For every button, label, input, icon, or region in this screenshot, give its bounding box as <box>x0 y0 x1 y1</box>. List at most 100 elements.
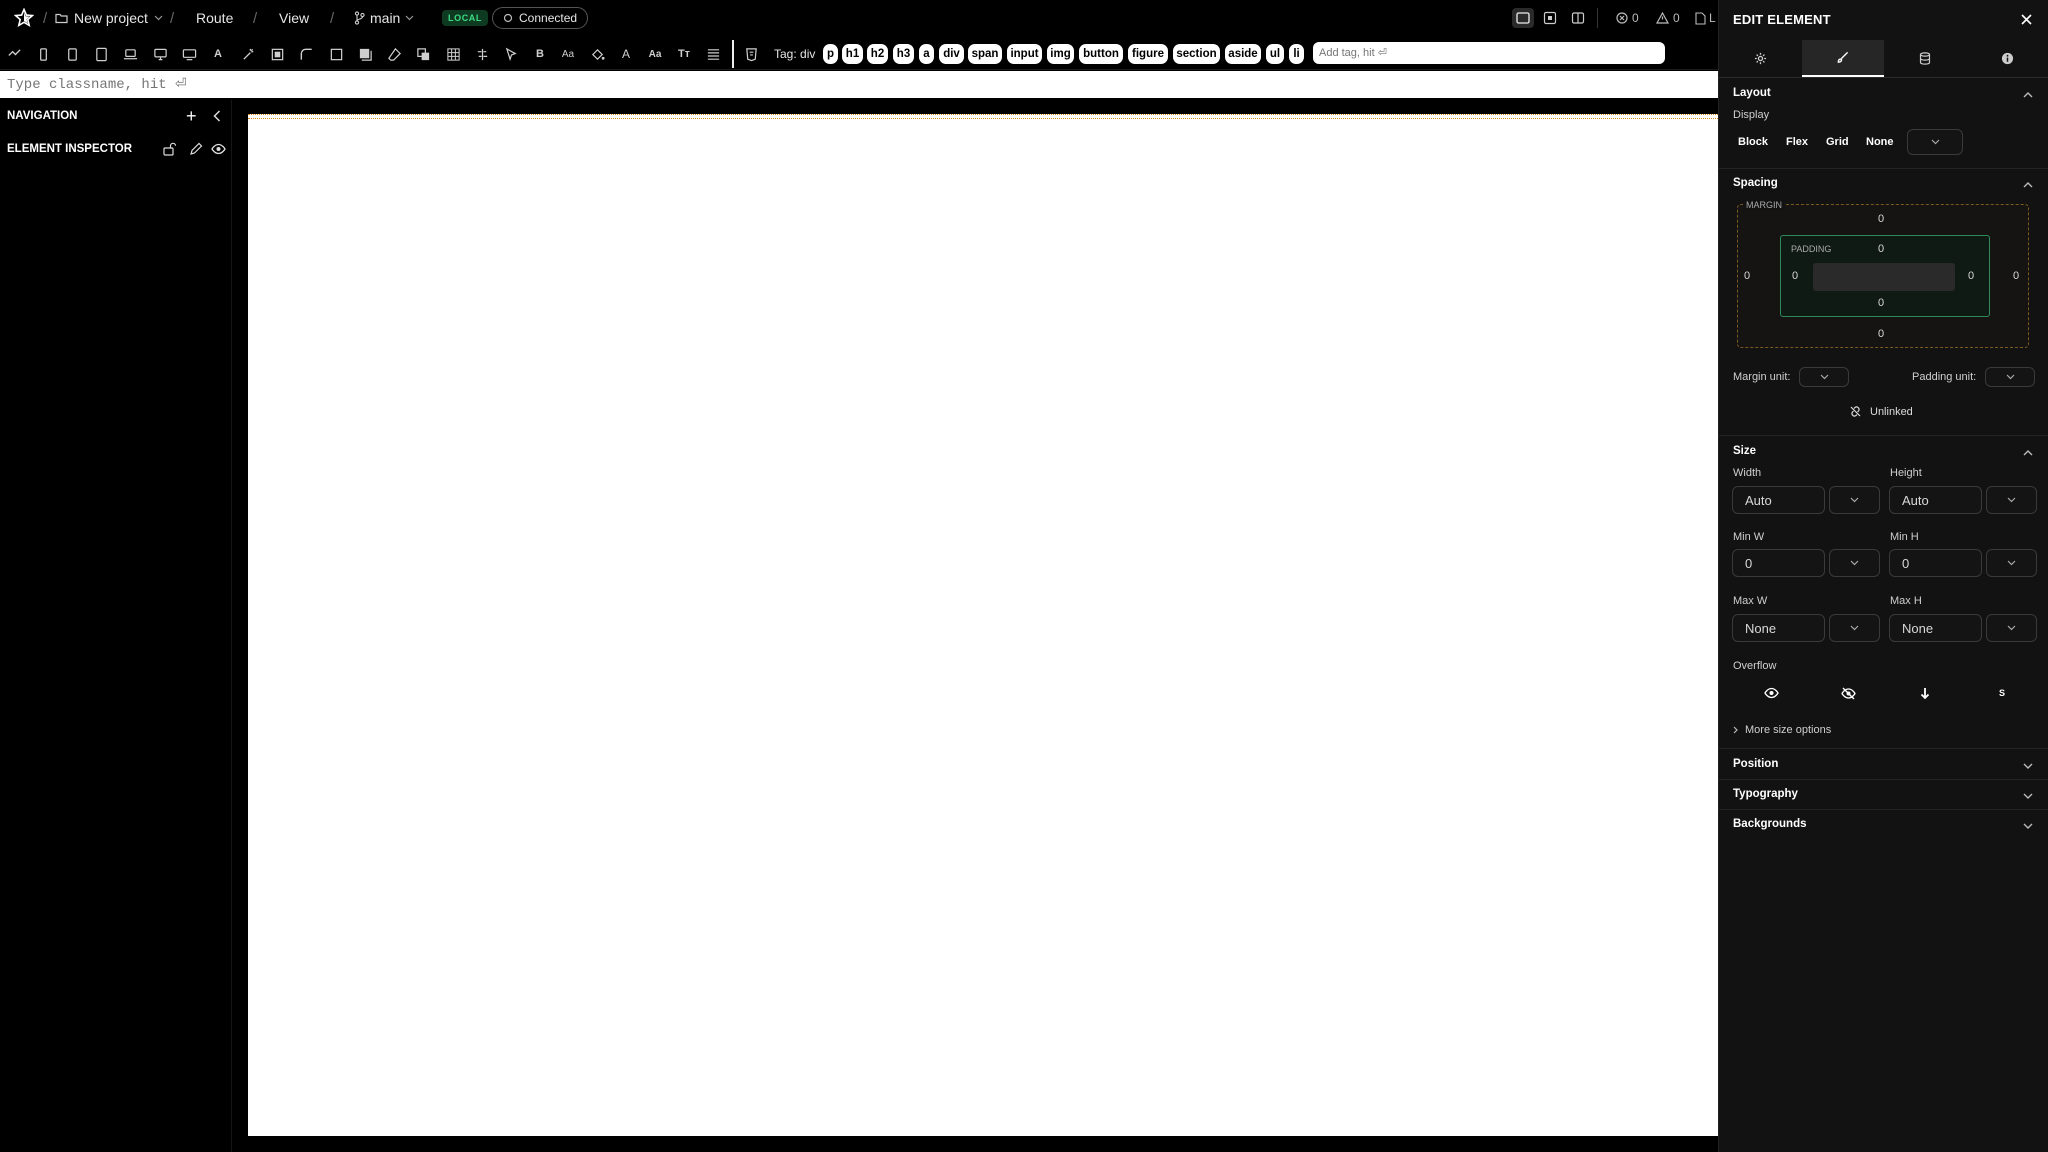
margin-bottom-value[interactable]: 0 <box>1878 328 1884 340</box>
desktop-icon[interactable] <box>150 44 170 64</box>
errors-indicator[interactable]: 0 <box>1616 0 1639 36</box>
tag-chip-img[interactable]: img <box>1047 44 1074 64</box>
max-w-unit-dropdown[interactable] <box>1829 614 1880 642</box>
tag-chip-a[interactable]: a <box>919 44 934 64</box>
layout-focus-icon[interactable] <box>1543 0 1557 36</box>
margin-unit-dropdown[interactable] <box>1799 367 1849 387</box>
layout-single-icon[interactable] <box>1512 0 1534 36</box>
warnings-indicator[interactable]: 0 <box>1656 0 1680 36</box>
mobile-small-icon[interactable] <box>33 44 53 64</box>
cursor-icon[interactable] <box>501 44 521 64</box>
text-tool-icon[interactable]: A <box>208 44 228 64</box>
max-h-unit-dropdown[interactable] <box>1986 614 2037 642</box>
typography-section-title[interactable]: Typography <box>1733 788 1798 800</box>
tag-chip-h2[interactable]: h2 <box>867 44 888 64</box>
logo-star-icon[interactable] <box>14 0 34 36</box>
overflow-auto-icon[interactable]: S <box>1993 684 2011 702</box>
add-icon[interactable]: + <box>186 107 197 125</box>
line-height-icon[interactable]: Aa <box>645 44 665 64</box>
max-w-input[interactable]: None <box>1732 614 1825 642</box>
monitor-icon[interactable] <box>179 44 199 64</box>
padding-unit-dropdown[interactable] <box>1985 367 2035 387</box>
design-canvas[interactable] <box>248 114 1718 1136</box>
fill-color-icon[interactable] <box>587 44 607 64</box>
more-size-options-toggle[interactable]: More size options <box>1733 724 1831 736</box>
logs-indicator[interactable]: L <box>1695 0 1716 36</box>
tag-chip-ul[interactable]: ul <box>1266 44 1284 64</box>
tab-info[interactable] <box>1967 40 2048 77</box>
connection-status[interactable]: Connected <box>492 7 589 29</box>
chevron-up-icon[interactable] <box>2022 179 2034 191</box>
font-size-icon[interactable]: Aa <box>558 44 578 64</box>
chevron-down-icon[interactable] <box>2022 760 2034 772</box>
overflow-hidden-icon[interactable] <box>1839 684 1857 702</box>
margin-left-value[interactable]: 0 <box>1744 270 1750 282</box>
text-color-icon[interactable]: A <box>616 44 636 64</box>
padding-right-value[interactable]: 0 <box>1968 270 1974 282</box>
layout-section-title[interactable]: Layout <box>1733 87 1771 99</box>
max-h-input[interactable]: None <box>1889 614 1982 642</box>
padding-top-value[interactable]: 0 <box>1878 243 1884 255</box>
tag-chip-p[interactable]: p <box>823 44 838 64</box>
width-input[interactable]: Auto <box>1732 486 1825 514</box>
overflow-scroll-icon[interactable] <box>1916 684 1934 702</box>
backgrounds-section-title[interactable]: Backgrounds <box>1733 818 1807 830</box>
min-h-input[interactable]: 0 <box>1889 549 1982 577</box>
min-h-unit-dropdown[interactable] <box>1986 549 2037 577</box>
branch-selector[interactable]: main <box>354 0 414 36</box>
tag-chip-section[interactable]: section <box>1173 44 1220 64</box>
tag-chip-h1[interactable]: h1 <box>842 44 863 64</box>
tag-chip-figure[interactable]: figure <box>1128 44 1168 64</box>
position-section-title[interactable]: Position <box>1733 758 1778 770</box>
frame-icon[interactable] <box>267 44 287 64</box>
chevron-up-icon[interactable] <box>2022 447 2034 459</box>
shadow-icon[interactable] <box>355 44 375 64</box>
classname-input[interactable] <box>0 71 1718 98</box>
text-align-icon[interactable] <box>703 44 723 64</box>
display-grid-button[interactable]: Grid <box>1826 134 1849 150</box>
magic-wand-icon[interactable] <box>238 44 258 64</box>
min-w-unit-dropdown[interactable] <box>1829 549 1880 577</box>
text-transform-icon[interactable]: Tт <box>674 44 694 64</box>
close-icon[interactable] <box>2021 14 2032 25</box>
mobile-icon[interactable] <box>62 44 82 64</box>
bold-icon[interactable]: B <box>530 44 550 64</box>
laptop-icon[interactable] <box>120 44 140 64</box>
pencil-icon[interactable] <box>189 142 203 156</box>
tab-data[interactable] <box>1884 40 1967 77</box>
height-input[interactable]: Auto <box>1889 486 1982 514</box>
margin-right-value[interactable]: 0 <box>2013 270 2019 282</box>
chevron-up-icon[interactable] <box>2022 89 2034 101</box>
layout-split-icon[interactable] <box>1571 0 1585 36</box>
collapse-icon[interactable] <box>4 44 24 64</box>
grid-icon[interactable] <box>443 44 463 64</box>
width-unit-dropdown[interactable] <box>1829 486 1880 514</box>
tag-chip-aside[interactable]: aside <box>1225 44 1261 64</box>
min-w-input[interactable]: 0 <box>1732 549 1825 577</box>
tag-chip-div[interactable]: div <box>939 44 964 64</box>
tag-chip-button[interactable]: button <box>1079 44 1123 64</box>
unlock-icon[interactable] <box>162 142 176 156</box>
project-selector[interactable]: New project <box>55 0 163 36</box>
tab-settings[interactable] <box>1719 40 1802 77</box>
display-block-button[interactable]: Block <box>1738 134 1768 150</box>
size-section-title[interactable]: Size <box>1733 445 1756 457</box>
padding-left-value[interactable]: 0 <box>1792 270 1798 282</box>
border-radius-icon[interactable] <box>296 44 316 64</box>
route-selector[interactable]: Route <box>196 0 233 36</box>
tag-chip-input[interactable]: input <box>1007 44 1042 64</box>
height-unit-dropdown[interactable] <box>1986 486 2037 514</box>
link-toggle[interactable]: Unlinked <box>1849 405 1913 418</box>
layers-icon[interactable] <box>413 44 433 64</box>
padding-bottom-value[interactable]: 0 <box>1878 297 1884 309</box>
border-icon[interactable] <box>326 44 346 64</box>
tab-style[interactable] <box>1801 40 1884 77</box>
spacing-section-title[interactable]: Spacing <box>1733 177 1778 189</box>
tag-chip-h3[interactable]: h3 <box>893 44 914 64</box>
chevron-down-icon[interactable] <box>2022 820 2034 832</box>
margin-top-value[interactable]: 0 <box>1878 213 1884 225</box>
display-flex-button[interactable]: Flex <box>1786 134 1808 150</box>
add-tag-input[interactable] <box>1313 42 1665 64</box>
tag-chip-li[interactable]: li <box>1289 44 1304 64</box>
view-selector[interactable]: View <box>279 0 309 36</box>
